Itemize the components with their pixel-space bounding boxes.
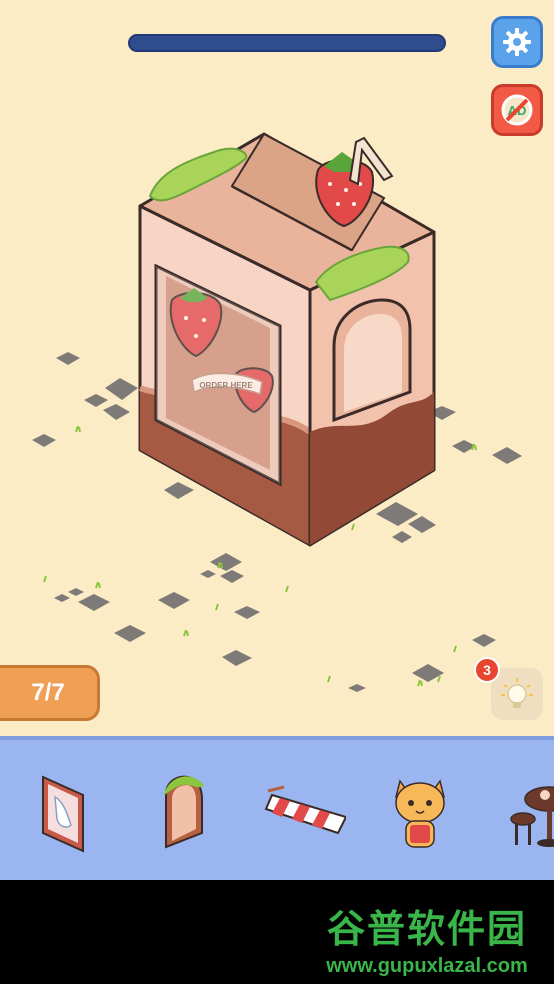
site-watermark: 谷普软件园 www.gupuxlazal.com (304, 897, 550, 979)
arched-door-item[interactable] (135, 768, 235, 858)
lightbulb-icon (501, 678, 533, 708)
level-progress-text: 7/7 (31, 679, 65, 706)
cat-cashier-item[interactable] (370, 768, 470, 858)
arched-door-icon (164, 775, 204, 849)
cafe-table-icon (510, 786, 554, 847)
wall-poster-item[interactable] (17, 768, 117, 858)
game-scene: AD (0, 0, 554, 736)
hint-button[interactable] (491, 668, 543, 720)
watermark-title: 谷普软件园 (326, 907, 527, 951)
watermark-url: www.gupuxlazal.com (326, 955, 528, 977)
cafe-table-item[interactable] (490, 768, 554, 858)
strawberry-milk-box: ORDER HERE (32, 132, 522, 692)
cat-icon (395, 779, 445, 848)
wall-poster-icon (42, 775, 84, 853)
striped-awning-item[interactable] (254, 768, 354, 858)
hint-count-badge: 3 (474, 657, 500, 683)
item-tray (0, 736, 554, 880)
striped-awning-icon (264, 785, 346, 835)
level-progress-badge: 7/7 (0, 665, 100, 721)
